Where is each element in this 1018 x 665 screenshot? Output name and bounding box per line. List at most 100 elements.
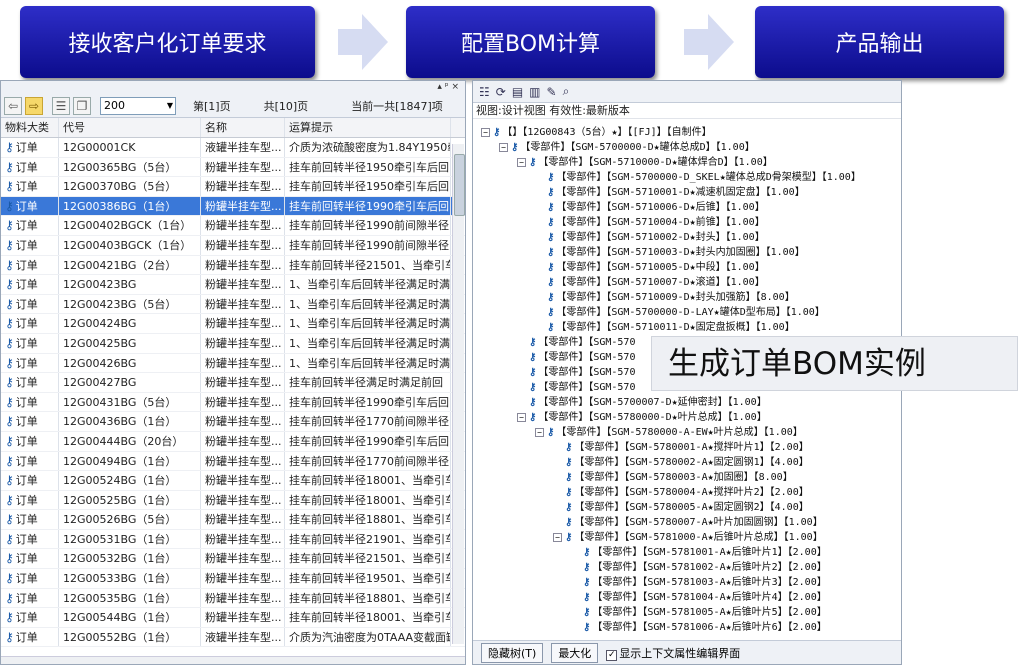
table-row[interactable]: ⚷ 订单 12G00370BG（5台） 粉罐半挂车型... 挂车前回转半径1950牵引车… bbox=[1, 177, 465, 197]
hint-cell-text: 挂车前回转半径1990牵引车后回 bbox=[289, 199, 449, 213]
expand-toggle-icon[interactable]: − bbox=[553, 532, 562, 542]
tools-icon[interactable]: ✎ bbox=[547, 85, 557, 99]
table-row[interactable]: ⚷ 订单 12G00535BG（1台） 粉罐半挂车型... 挂车前回转半径18801、当… bbox=[1, 588, 465, 609]
part-icon: ⚷ bbox=[547, 292, 555, 303]
col-header[interactable]: 物料大类 bbox=[1, 118, 59, 137]
bom-tree-node[interactable]: − ⚷ 【】【12G00843（5台）★】【[FJ]】【自制件】 bbox=[481, 125, 712, 140]
bom-tree-node[interactable]: − ⚷ 【零部件】【SGM-5780000-A-EW★叶片总成】【1.00】 bbox=[535, 425, 803, 440]
checkbox-icon[interactable]: ✓ bbox=[606, 649, 618, 661]
code-cell: 12G00001CK bbox=[59, 138, 201, 157]
table-row[interactable]: ⚷ 订单 12G00386BG（1台） 粉罐半挂车型... 挂车前回转半径1990牵引车… bbox=[1, 196, 465, 217]
bom-tree-node[interactable]: ⚷ 【零部件】【SGM-570 bbox=[517, 350, 635, 365]
code-cell-text: 12G00427BG bbox=[63, 376, 137, 390]
bom-tree-node[interactable]: ⚷ 【零部件】【SGM-570 bbox=[517, 365, 635, 380]
expand-toggle-icon[interactable]: − bbox=[535, 427, 544, 437]
bom-tree-node[interactable]: ⚷ 【零部件】【SGM-570 bbox=[517, 380, 635, 395]
order-icon: ⚷ bbox=[5, 414, 14, 429]
col-header[interactable]: 名称 bbox=[201, 118, 285, 137]
table-row[interactable]: ⚷ 订单 12G00544BG（1台） 粉罐半挂车型... 挂车前回转半径18001、当… bbox=[1, 608, 465, 628]
bom-tree-node[interactable]: − ⚷ 【零部件】【SGM-5780000-D★叶片总成】【1.00】 bbox=[517, 410, 767, 425]
expand-toggle-icon[interactable]: − bbox=[517, 157, 526, 167]
context-attr-toggle[interactable]: ✓ 显示上下文属性编辑界面 bbox=[606, 645, 740, 661]
bom-tree-node[interactable]: ⚷ 【零部件】【SGM-5710001-D★减速机固定盘】【1.00】 bbox=[535, 185, 805, 200]
hint-cell-text: 1、当牵引车后回转半径满足时满 bbox=[289, 317, 450, 331]
list-icon[interactable]: ☰ bbox=[52, 96, 70, 115]
table-row[interactable]: ⚷ 订单 12G00403BGCK（1台） 粉罐半挂车型... 挂车前回转半径1990前… bbox=[1, 235, 465, 256]
table-row[interactable]: ⚷ 订单 12G00425BG 粉罐半挂车型... 1、当牵引车后回转半径满足时满 bbox=[1, 333, 465, 354]
view-info: 视图:设计视图 有效性:最新版本 bbox=[473, 103, 901, 119]
bom-tree-node[interactable]: ⚷ 【零部件】【SGM-5781005-A★后锥叶片5】【2.00】 bbox=[571, 605, 827, 620]
table-row[interactable]: ⚷ 订单 12G00001CK 液罐半挂车型... 介质为浓硫酸密度为1.84Y1950… bbox=[1, 138, 465, 158]
bom-tree-node[interactable]: ⚷ 【零部件】【SGM-5700000-D_SKEL★罐体总成D骨架模型】【1.0… bbox=[535, 170, 861, 185]
bom-tree-node[interactable]: − ⚷ 【零部件】【SGM-5700000-D★罐体总成D】【1.00】 bbox=[499, 140, 755, 155]
expand-toggle-icon[interactable]: − bbox=[499, 142, 508, 152]
tree-view-icon[interactable]: ☷ bbox=[479, 85, 490, 99]
bom-tree-node[interactable]: ⚷ 【零部件】【SGM-5781002-A★后锥叶片2】【2.00】 bbox=[571, 560, 827, 575]
table-row[interactable]: ⚷ 订单 12G00552BG（1台） 液罐半挂车型... 介质为汽油密度为0TAAA变… bbox=[1, 627, 465, 648]
table-row[interactable]: ⚷ 订单 12G00524BG（1台） 粉罐半挂车型... 挂车前回转半径18001、当… bbox=[1, 471, 465, 491]
bom-tree-node[interactable]: ⚷ 【零部件】【SGM-5780005-A★固定圆钢2】【4.00】 bbox=[553, 500, 809, 515]
search-icon[interactable]: ⌕ bbox=[563, 84, 570, 99]
table-row[interactable]: ⚷ 订单 12G00526BG（5台） 粉罐半挂车型... 挂车前回转半径18801、当… bbox=[1, 510, 465, 530]
bom-tree-node[interactable]: ⚷ 【零部件】【SGM-5780001-A★搅拌叶片1】【2.00】 bbox=[553, 440, 809, 455]
table-row[interactable]: ⚷ 订单 12G00426BG 粉罐半挂车型... 1、当牵引车后回转半径满足时满 bbox=[1, 353, 465, 374]
hide-tree-button[interactable]: 隐藏树(T) bbox=[481, 642, 544, 663]
bom-tree-node[interactable]: ⚷ 【零部件】【SGM-5710005-D★中段】【1.00】 bbox=[535, 260, 765, 275]
copy-icon[interactable]: ❐ bbox=[73, 96, 91, 115]
table-row[interactable]: ⚷ 订单 12G00533BG（1台） 粉罐半挂车型... 挂车前回转半径19501、当… bbox=[1, 569, 465, 589]
forward-arrow-icon[interactable]: ⇨ bbox=[25, 96, 43, 115]
name-cell-text: 粉罐半挂车型... bbox=[205, 238, 282, 252]
bom-tree-node[interactable]: ⚷ 【零部件】【SGM-5780004-A★搅拌叶片2】【2.00】 bbox=[553, 485, 809, 500]
page-icon[interactable]: ▥ bbox=[529, 85, 540, 99]
table-row[interactable]: ⚷ 订单 12G00444BG（20台） 粉罐半挂车型... 挂车前回转半径1990牵引… bbox=[1, 431, 465, 452]
table-row[interactable]: ⚷ 订单 12G00494BG（1台） 粉罐半挂车型... 挂车前回转半径1770前间隙… bbox=[1, 451, 465, 472]
bom-tree-node[interactable]: ⚷ 【零部件】【SGM-5710007-D★滚道】【1.00】 bbox=[535, 275, 765, 290]
maximize-button[interactable]: 最大化 bbox=[551, 642, 599, 663]
col-header[interactable]: 运算提示 bbox=[285, 118, 451, 137]
bom-tree-node[interactable]: − ⚷ 【零部件】【SGM-5710000-D★罐体焊合D】【1.00】 bbox=[517, 155, 773, 170]
col-header[interactable]: 代号 bbox=[59, 118, 201, 137]
page-size-select[interactable]: 200 bbox=[100, 96, 176, 115]
table-row[interactable]: ⚷ 订单 12G00525BG（1台） 粉罐半挂车型... 挂车前回转半径18001、当… bbox=[1, 490, 465, 511]
table-row[interactable]: ⚷ 订单 12G00421BG（2台） 粉罐半挂车型... 挂车前回转半径21501、当… bbox=[1, 255, 465, 276]
bom-tree-node[interactable]: ⚷ 【零部件】【SGM-570 bbox=[517, 335, 635, 350]
back-arrow-icon[interactable]: ⇦ bbox=[4, 96, 22, 115]
bom-tree-node[interactable]: ⚷ 【零部件】【SGM-5710004-D★前锥】【1.00】 bbox=[535, 215, 765, 230]
bom-tree-node[interactable]: ⚷ 【零部件】【SGM-5710009-D★封头加强筋】【8.00】 bbox=[535, 290, 795, 305]
node-label: 【零部件】【SGM-5780005-A★固定圆钢2】【4.00】 bbox=[574, 502, 809, 513]
bom-tree-node[interactable]: ⚷ 【零部件】【SGM-5780007-A★叶片加固圆钢】【1.00】 bbox=[553, 515, 823, 530]
bom-tree-node[interactable]: ⚷ 【零部件】【SGM-5710011-D★固定盘扳概】【1.00】 bbox=[535, 320, 795, 335]
table-row[interactable]: ⚷ 订单 12G00436BG（1台） 粉罐半挂车型... 挂车前回转半径1770前间隙… bbox=[1, 412, 465, 432]
table-row[interactable]: ⚷ 订单 12G00532BG（1台） 粉罐半挂车型... 挂车前回转半径21501、当… bbox=[1, 549, 465, 570]
table-row[interactable]: ⚷ 订单 12G00427BG 粉罐半挂车型... 挂车前回转半径满足时满足前回 bbox=[1, 373, 465, 393]
table-row[interactable]: ⚷ 订单 12G00365BG（5台） 粉罐半挂车型... 挂车前回转半径1950牵引车… bbox=[1, 157, 465, 178]
type-cell: ⚷ 订单 bbox=[1, 138, 59, 157]
table-row[interactable]: ⚷ 订单 12G00424BG 粉罐半挂车型... 1、当牵引车后回转半径满足时满 bbox=[1, 314, 465, 334]
bom-tree-node[interactable]: ⚷ 【零部件】【SGM-5780003-A★加固圈】【8.00】 bbox=[553, 470, 793, 485]
table-row[interactable]: ⚷ 订单 12G00423BG（5台） 粉罐半挂车型... 1、当牵引车后回转半径满足时… bbox=[1, 294, 465, 315]
expand-toggle-icon[interactable]: − bbox=[481, 127, 490, 137]
bom-tree-node[interactable]: ⚷ 【零部件】【SGM-5700007-D★延伸密封】【1.00】 bbox=[517, 395, 767, 410]
bom-tree-node[interactable]: ⚷ 【零部件】【SGM-5781001-A★后锥叶片1】【2.00】 bbox=[571, 545, 827, 560]
horizontal-scrollbar[interactable] bbox=[1, 656, 465, 664]
table-row[interactable]: ⚷ 订单 12G00423BG 粉罐半挂车型... 1、当牵引车后回转半径满足时满 bbox=[1, 275, 465, 295]
bom-tree-node[interactable]: ⚷ 【零部件】【SGM-5780002-A★固定圆钢1】【4.00】 bbox=[553, 455, 809, 470]
bom-tree-node[interactable]: ⚷ 【零部件】【SGM-5710002-D★封头】【1.00】 bbox=[535, 230, 765, 245]
bom-tree-node[interactable]: − ⚷ 【零部件】【SGM-5781000-A★后锥叶片总成】【1.00】 bbox=[553, 530, 823, 545]
table-row[interactable]: ⚷ 订单 12G00402BGCK（1台） 粉罐半挂车型... 挂车前回转半径1990前… bbox=[1, 216, 465, 236]
expand-toggle-icon[interactable]: − bbox=[517, 412, 526, 422]
bom-tree-node[interactable]: ⚷ 【零部件】【SGM-5781003-A★后锥叶片3】【2.00】 bbox=[571, 575, 827, 590]
bom-tree-node[interactable]: ⚷ 【零部件】【SGM-5710006-D★后锥】【1.00】 bbox=[535, 200, 765, 215]
refresh-icon[interactable]: ⟳ bbox=[496, 85, 506, 99]
bom-tree-node[interactable]: ⚷ 【零部件】【SGM-5700000-D-LAY★罐体D型布局】【1.00】 bbox=[535, 305, 825, 320]
table-row[interactable]: ⚷ 订单 12G00431BG（5台） 粉罐半挂车型... 挂车前回转半径1990牵引车… bbox=[1, 392, 465, 413]
bom-tree-node[interactable]: ⚷ 【零部件】【SGM-5781006-A★后锥叶片6】【2.00】 bbox=[571, 620, 827, 635]
bom-tree-node[interactable]: ⚷ 【零部件】【SGM-5781004-A★后锥叶片4】【2.00】 bbox=[571, 590, 827, 605]
pin-close-icon[interactable]: ▴ ᵖ × bbox=[437, 82, 459, 92]
vertical-scrollbar[interactable] bbox=[452, 144, 465, 644]
document-icon[interactable]: ▤ bbox=[512, 85, 523, 99]
flow-step-product-output: 产品输出 bbox=[755, 6, 1004, 78]
part-icon: ⚷ bbox=[529, 367, 537, 378]
table-row[interactable]: ⚷ 订单 12G00531BG（1台） 粉罐半挂车型... 挂车前回转半径21901、当… bbox=[1, 529, 465, 550]
bom-tree-node[interactable]: ⚷ 【零部件】【SGM-5710003-D★封头内加固圈】【1.00】 bbox=[535, 245, 805, 260]
